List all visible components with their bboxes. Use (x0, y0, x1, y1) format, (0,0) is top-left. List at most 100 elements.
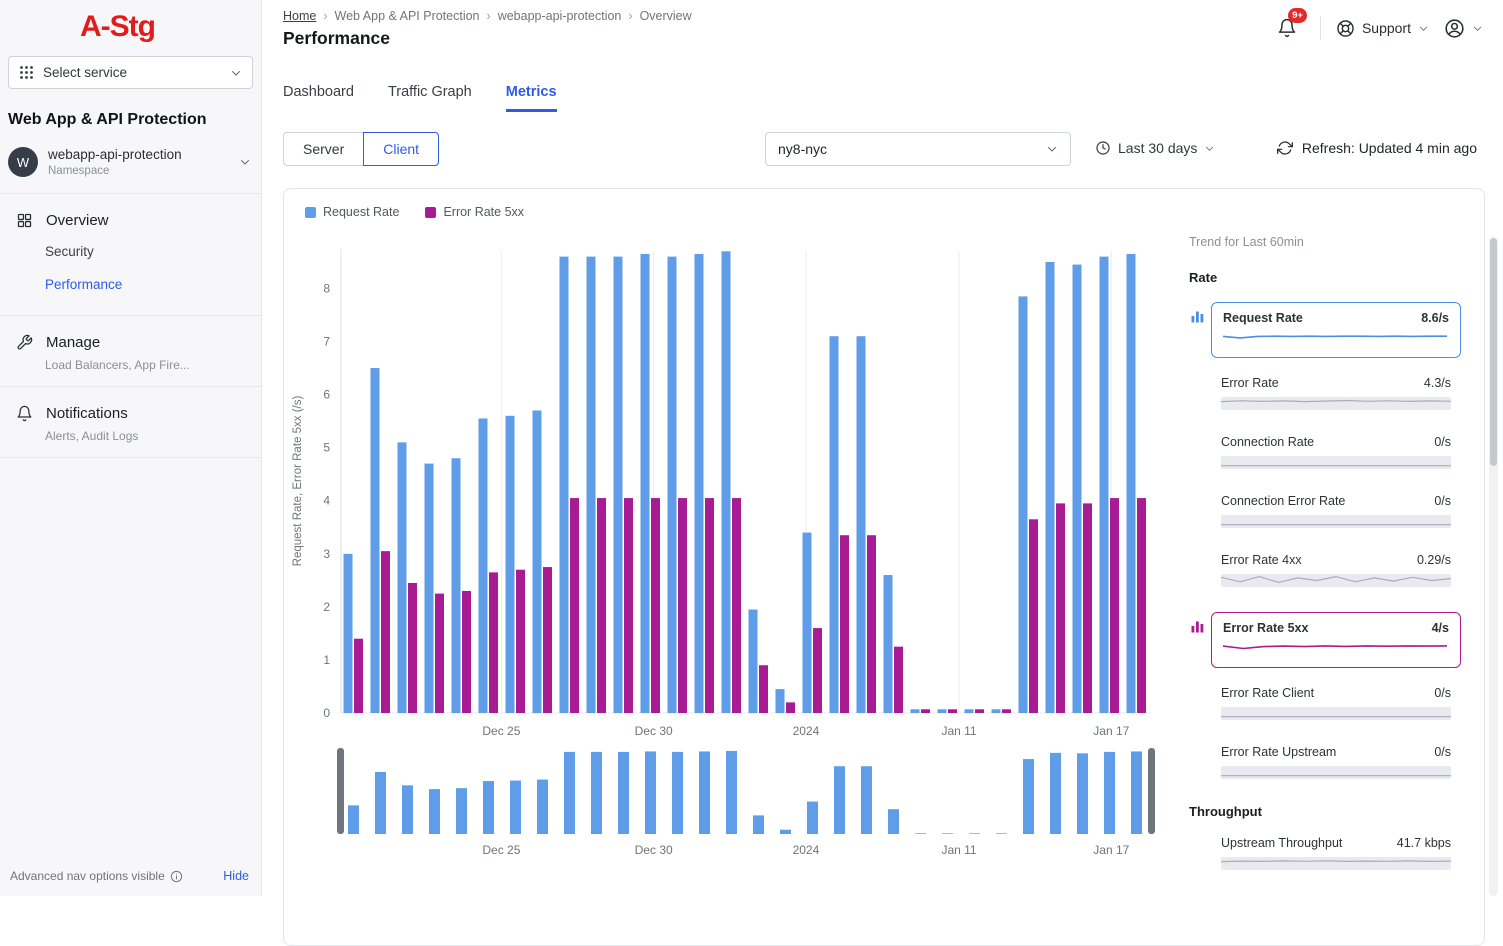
timeline-brush-chart[interactable]: Dec 25Dec 302024Jan 11Jan 17 (284, 746, 1164, 861)
svg-text:6: 6 (323, 388, 330, 402)
trend-row-error-rate-4xx[interactable]: Error Rate 4xx0.29/s (1221, 553, 1451, 587)
server-button[interactable]: Server (283, 132, 363, 166)
namespace-name: webapp-api-protection (48, 147, 182, 162)
manage-subtitle: Load Balancers, App Fire... (0, 357, 261, 372)
breadcrumb: Home › Web App & API Protection › webapp… (283, 9, 692, 23)
svg-text:7: 7 (323, 335, 330, 349)
service-selector[interactable]: Select service (8, 56, 253, 89)
trend-metric-label: Error Rate 5xx (1223, 621, 1308, 635)
site-selector[interactable]: ny8-nyc (765, 132, 1071, 166)
tab-traffic-graph[interactable]: Traffic Graph (388, 84, 472, 112)
sidebar-item-notifications[interactable]: Notifications (0, 399, 261, 428)
svg-text:Dec 30: Dec 30 (635, 843, 673, 857)
trend-row-error-rate-client[interactable]: Error Rate Client0/s (1221, 686, 1451, 720)
chevron-down-icon (1204, 143, 1215, 154)
trend-row-connection-error-rate[interactable]: Connection Error Rate0/s (1221, 494, 1451, 528)
controls-bar: Server Client ny8-nyc Last 30 days Refre… (283, 132, 1485, 166)
sidebar-item-performance[interactable]: Performance (0, 268, 261, 301)
sidebar-item-overview[interactable]: Overview (0, 206, 261, 235)
metrics-chart-card: Request Rate Error Rate 5xx Dec 25 Dec 30… (283, 188, 1485, 946)
clock-icon (1095, 140, 1111, 156)
sparkline (1221, 766, 1451, 779)
sidebar-item-label: Overview (46, 212, 109, 229)
notifications-bell-button[interactable]: 9+ (1275, 16, 1305, 40)
header-actions: 9+ Support (1275, 16, 1483, 40)
sidebar: A-Stg Select service Web App & API Prote… (0, 0, 262, 896)
svg-text:3: 3 (323, 547, 330, 561)
wrench-icon (16, 334, 33, 351)
legend-error-rate-5xx[interactable]: Error Rate 5xx (425, 205, 524, 219)
time-range-selector[interactable]: Last 30 days (1095, 140, 1215, 156)
breadcrumb-item[interactable]: Web App & API Protection (335, 9, 480, 23)
chevron-down-icon (1472, 23, 1483, 34)
error-rate-5xx-swatch (425, 207, 436, 218)
namespace-type-label: Namespace (48, 165, 182, 177)
breadcrumb-item[interactable]: Overview (640, 9, 692, 23)
brush-handle-left[interactable] (337, 748, 344, 834)
sidebar-item-label: Notifications (46, 405, 128, 422)
client-button[interactable]: Client (363, 132, 439, 166)
svg-text:0: 0 (323, 706, 330, 720)
svg-text:4: 4 (323, 494, 330, 508)
trend-metric-value: 4/s (1432, 621, 1449, 635)
svg-text:5: 5 (323, 441, 330, 455)
header-divider (1320, 16, 1321, 40)
sparkline-band (1221, 857, 1451, 870)
sparkline (1221, 857, 1451, 870)
chart-legend: Request Rate Error Rate 5xx (305, 205, 524, 219)
trend-row-request-rate[interactable]: Request Rate8.6/s (1211, 302, 1461, 358)
svg-text:Jan 11: Jan 11 (941, 724, 976, 738)
overview-grid-icon (16, 212, 33, 229)
trend-row-connection-rate[interactable]: Connection Rate0/s (1221, 435, 1451, 469)
trend-row-error-rate-5xx[interactable]: Error Rate 5xx 4/s (1211, 612, 1461, 668)
trend-metric-value: 41.7 kbps (1397, 836, 1451, 850)
mini-bar-chart-icon (1191, 310, 1204, 323)
scrollbar-thumb[interactable] (1490, 238, 1497, 466)
sparkline-band (1221, 707, 1451, 720)
trend-row-error-rate-upstream[interactable]: Error Rate Upstream0/s (1221, 745, 1451, 779)
chevron-down-icon (239, 156, 251, 168)
trend-metric-value: 0/s (1434, 494, 1451, 508)
support-lifebuoy-icon (1336, 19, 1355, 38)
advanced-nav-note: Advanced nav options visible (10, 869, 165, 883)
svg-text:1: 1 (323, 653, 330, 667)
brand-logo[interactable]: A-Stg (0, 10, 261, 44)
svg-text:Dec 25: Dec 25 (482, 843, 520, 857)
trend-metric-value: 0/s (1434, 435, 1451, 449)
page-title: Performance (283, 28, 390, 49)
hide-link[interactable]: Hide (223, 869, 249, 883)
chevron-down-icon (230, 67, 242, 79)
sidebar-item-label: Manage (46, 334, 100, 351)
account-menu-button[interactable] (1444, 18, 1483, 39)
request-error-rate-bar-chart[interactable]: Dec 25Dec 302024Jan 11Jan 17012345678Req… (284, 237, 1164, 742)
site-selector-value: ny8-nyc (778, 141, 827, 157)
trend-panel-title: Trend for Last 60min (1189, 235, 1465, 249)
breadcrumb-item[interactable]: webapp-api-protection (498, 9, 622, 23)
svg-text:Jan 17: Jan 17 (1093, 724, 1129, 738)
tab-dashboard[interactable]: Dashboard (283, 84, 354, 112)
refresh-status: Refresh: Updated 4 min ago (1302, 140, 1477, 156)
sidebar-nav: Overview Security Performance Manage Loa… (0, 194, 261, 458)
support-button[interactable]: Support (1336, 19, 1429, 38)
namespace-selector[interactable]: W webapp-api-protection Namespace (0, 145, 261, 194)
breadcrumb-home[interactable]: Home (283, 9, 316, 23)
vertical-scrollbar[interactable] (1489, 237, 1498, 896)
trend-row-upstream-throughput[interactable]: Upstream Throughput41.7 kbps (1221, 836, 1451, 870)
sidebar-item-security[interactable]: Security (0, 235, 261, 268)
info-icon (170, 870, 183, 883)
trend-row-error-rate[interactable]: Error Rate4.3/s (1221, 376, 1451, 410)
sparkline-band (1221, 766, 1451, 779)
sidebar-item-manage[interactable]: Manage (0, 328, 261, 357)
trend-metric-label: Error Rate Upstream (1221, 745, 1336, 759)
legend-request-rate[interactable]: Request Rate (305, 205, 399, 219)
trend-metric-value: 8.6/s (1421, 311, 1449, 325)
trend-metric-label: Error Rate (1221, 376, 1279, 390)
trend-rows: Rate Request Rate8.6/s Error Rate4.3/s Conn… (1189, 270, 1465, 870)
sparkline-band (1221, 515, 1451, 528)
refresh-button[interactable]: Refresh: Updated 4 min ago (1277, 140, 1477, 156)
brush-handle-right[interactable] (1148, 748, 1155, 834)
tab-metrics[interactable]: Metrics (506, 84, 557, 112)
trend-heading-rate: Rate (1189, 270, 1465, 285)
breadcrumb-separator-icon: › (323, 9, 327, 23)
sparkline-band (1221, 574, 1451, 587)
